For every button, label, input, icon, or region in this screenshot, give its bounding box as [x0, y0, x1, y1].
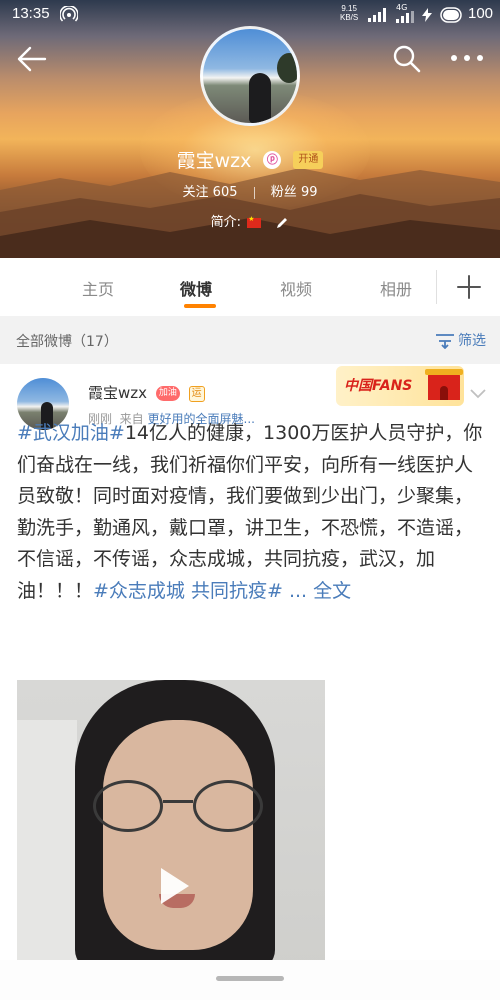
filter-bar: 全部微博（17） 筛选: [0, 316, 500, 364]
tab-weibo[interactable]: 微博: [180, 276, 212, 300]
network-speed: 9.15 KB/S: [340, 4, 359, 22]
yun-badge: 运: [188, 385, 205, 402]
post-video[interactable]: [17, 680, 325, 960]
plus-icon[interactable]: [452, 270, 486, 304]
following-label: 关注: [182, 185, 209, 200]
tab-video[interactable]: 视频: [280, 276, 312, 300]
post-body-text: 14亿人的健康，1300万医护人员守护，你们奋战在一线，我们祈福你们平安，向所有…: [17, 422, 483, 602]
heart-badge: 加油: [155, 386, 180, 401]
follow-stats: 关注 605 粉丝 99: [0, 181, 500, 200]
post-author-row: 霞宝wzx 加油 运: [88, 382, 205, 403]
profile-name-row: 霞宝wzx ⓟ 开通: [0, 146, 500, 173]
signal-2-icon: [396, 11, 414, 23]
hotspot-icon: [60, 6, 78, 22]
intro-label: 简介:: [210, 215, 242, 230]
status-time: 13:35: [12, 5, 50, 22]
chevron-down-icon[interactable]: [468, 386, 488, 400]
stats-divider: [253, 186, 255, 199]
home-indicator[interactable]: [216, 976, 284, 981]
signal-icon: [368, 8, 386, 22]
following-link[interactable]: 关注 605: [183, 185, 242, 200]
topic-link-wuhan[interactable]: #武汉加油#: [17, 422, 125, 444]
system-nav-bar: [0, 960, 500, 1000]
battery-level: 100: [468, 5, 494, 22]
profile-avatar[interactable]: [200, 26, 300, 126]
following-count: 605: [212, 185, 238, 200]
battery-icon: [440, 7, 462, 23]
verified-badge[interactable]: ⓟ: [263, 150, 282, 169]
arrow-left-icon[interactable]: [16, 44, 48, 74]
china-flag-icon: [247, 215, 262, 228]
filter-label: 筛选: [458, 333, 486, 349]
china-fans-badge: 中国FANS: [336, 366, 464, 406]
filter-icon: [436, 334, 454, 350]
tab-home[interactable]: 主页: [82, 276, 114, 300]
tab-album[interactable]: 相册: [380, 276, 412, 300]
filter-button[interactable]: 筛选: [435, 330, 486, 350]
topic-link-unity[interactable]: #众志成城 共同抗疫#: [93, 580, 283, 602]
profile-tabs: 主页 微博 视频 相册: [0, 258, 500, 316]
edit-pen-icon[interactable]: [275, 216, 289, 230]
tiananmen-icon: [425, 369, 463, 400]
profile-intro: 简介:: [0, 211, 500, 230]
vip-open-badge[interactable]: 开通: [293, 150, 324, 169]
post-author-name[interactable]: 霞宝wzx: [88, 384, 147, 402]
more-dots-icon[interactable]: [450, 52, 484, 64]
followers-link[interactable]: 粉丝 99: [271, 185, 318, 200]
followers-label: 粉丝: [270, 185, 297, 200]
post-body: #武汉加油#14亿人的健康，1300万医护人员守护，你们奋战在一线，我们祈福你们…: [17, 418, 489, 607]
charging-icon: [422, 8, 432, 22]
fans-badge-text: 中国FANS: [344, 378, 413, 394]
tab-divider: [436, 270, 437, 304]
followers-count: 99: [300, 185, 318, 200]
active-tab-indicator: [184, 304, 216, 308]
read-more-link[interactable]: ... 全文: [283, 580, 351, 602]
all-posts-count: 全部微博（17）: [16, 334, 118, 350]
search-icon[interactable]: [392, 44, 422, 74]
profile-name: 霞宝wzx: [176, 150, 252, 172]
post-card[interactable]: 霞宝wzx 加油 运 刚刚 来自 更好用的全面屏魅... 中国FANS #武汉加…: [0, 364, 500, 960]
play-icon[interactable]: [151, 864, 195, 908]
